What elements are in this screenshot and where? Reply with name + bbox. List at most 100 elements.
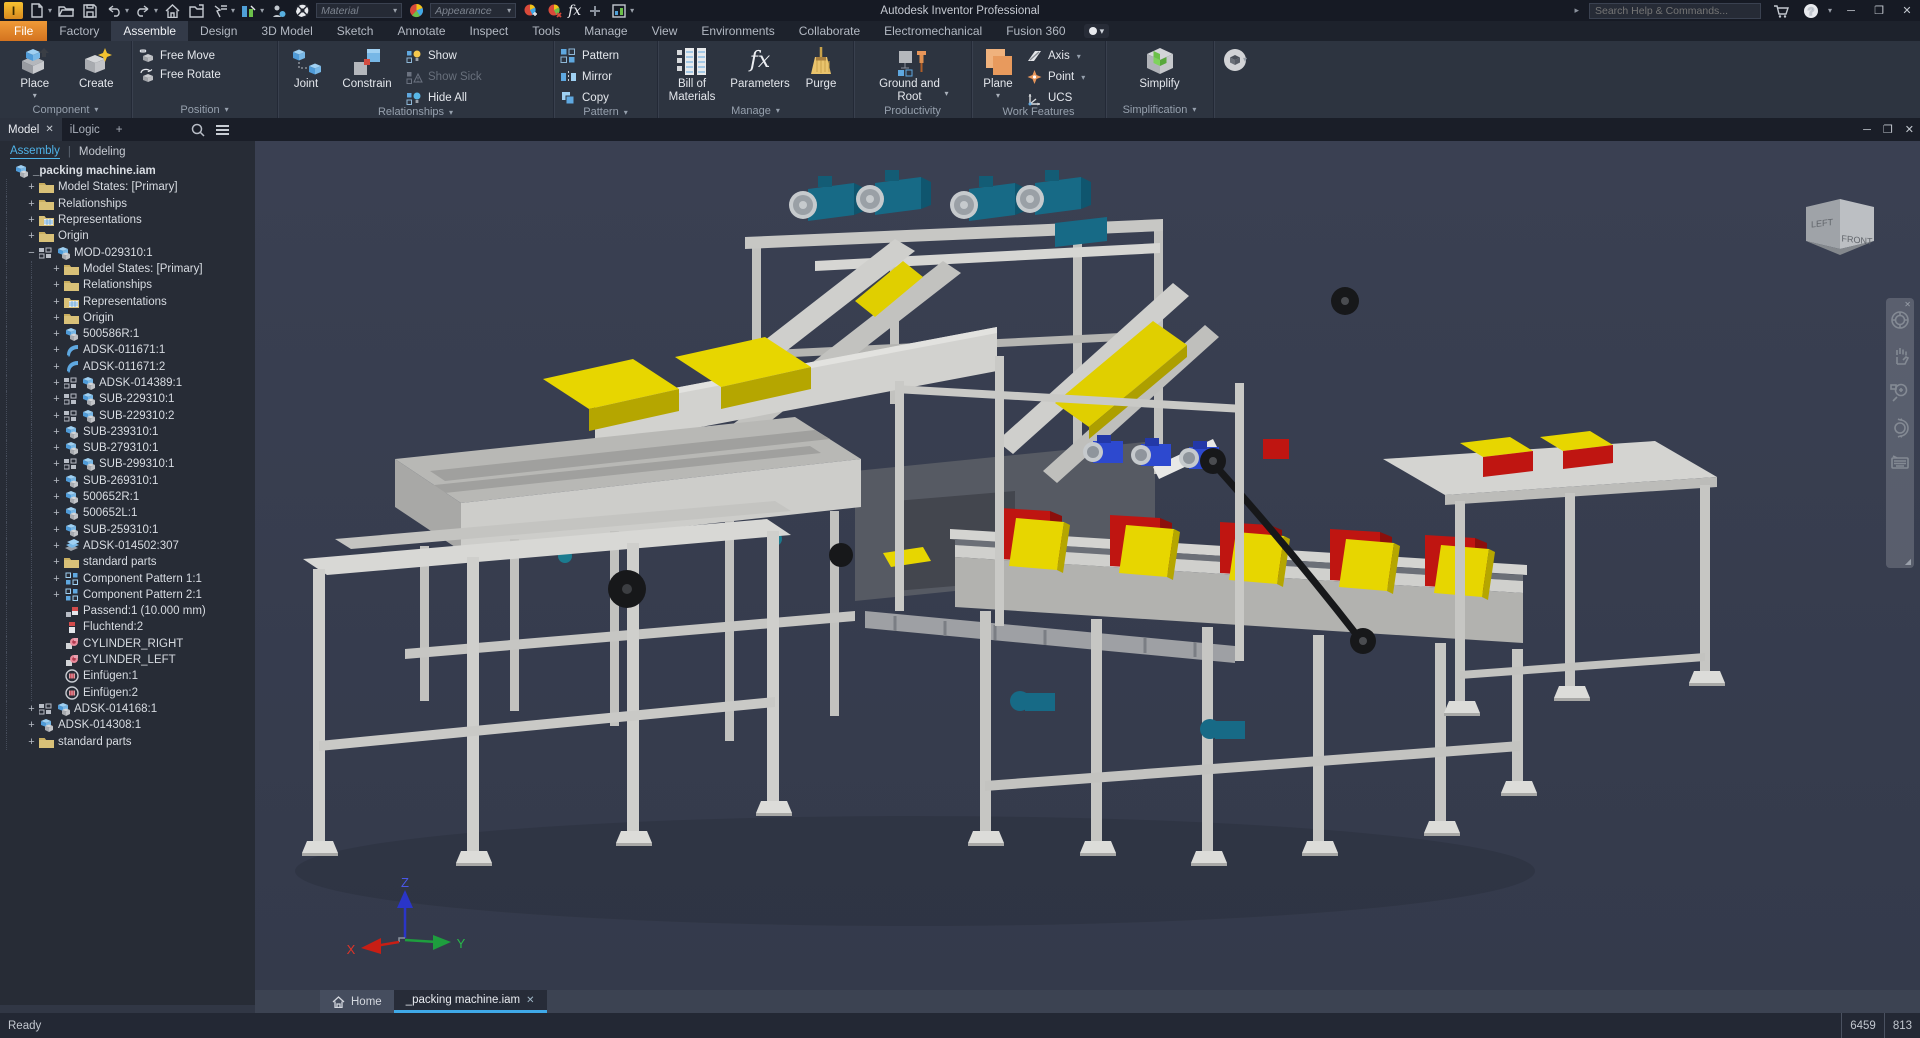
close-browser-tab-icon[interactable]: ✕ — [45, 124, 53, 135]
tree-expander[interactable]: + — [50, 507, 63, 519]
zoom-icon[interactable] — [1890, 382, 1910, 402]
save-icon[interactable] — [80, 2, 100, 20]
tree-item[interactable]: Passend:1 (10.000 mm) — [0, 603, 255, 619]
ground-and-root-button[interactable]: Ground and Root▾ — [873, 44, 953, 103]
browser-tab-add[interactable]: + — [108, 118, 131, 141]
tree-expander[interactable]: + — [50, 491, 63, 503]
tree-item[interactable]: +SUB-269310:1 — [0, 473, 255, 489]
plane-button[interactable]: Plane▾ — [978, 44, 1018, 100]
tab-fusion-360[interactable]: Fusion 360 — [994, 21, 1077, 41]
tab-3d-model[interactable]: 3D Model — [249, 21, 324, 41]
tree-item[interactable]: +ADSK-011671:2 — [0, 359, 255, 375]
search-input[interactable] — [1590, 5, 1760, 17]
simplify-button[interactable]: Simplify — [1133, 44, 1187, 91]
tree-item[interactable]: +SUB-229310:2 — [0, 407, 255, 423]
tab-tools[interactable]: Tools — [520, 21, 572, 41]
qat-customize-dropdown[interactable]: ▾ — [630, 6, 634, 15]
point-button[interactable]: Point▾ — [1026, 69, 1085, 85]
tree-expander[interactable]: + — [50, 540, 63, 552]
new-file-dropdown[interactable]: ▾ — [48, 6, 52, 15]
browser-search-icon[interactable] — [191, 123, 205, 137]
tree-expander[interactable]: + — [25, 181, 38, 193]
isolate-icon[interactable] — [210, 2, 230, 20]
clear-appearance-icon[interactable] — [544, 2, 564, 20]
copy-button[interactable]: Copy — [560, 90, 619, 106]
tree-item[interactable]: +Representations — [0, 293, 255, 309]
toggle-modeling[interactable]: Modeling — [79, 146, 126, 158]
record-button[interactable]: ▾ — [1084, 24, 1110, 38]
show-sick-button[interactable]: Show Sick — [406, 69, 482, 85]
tab-home[interactable]: Home — [320, 990, 394, 1013]
doc-restore-button[interactable]: ❐ — [1883, 123, 1893, 136]
tree-expander[interactable]: + — [25, 719, 38, 731]
close-document-icon[interactable]: ✕ — [526, 995, 534, 1006]
tree-expander[interactable]: + — [50, 312, 63, 324]
joint-button[interactable]: Joint — [284, 44, 328, 91]
search-collapse-arrow[interactable]: ▸ — [1574, 5, 1579, 16]
tree-item[interactable]: +Relationships — [0, 196, 255, 212]
tree-expander[interactable]: + — [50, 296, 63, 308]
pan-icon[interactable] — [1890, 346, 1910, 366]
isolate-dropdown[interactable]: ▾ — [231, 6, 235, 15]
browser-menu-icon[interactable] — [215, 124, 230, 136]
tree-expander[interactable]: + — [50, 410, 63, 422]
tree-expander[interactable]: + — [50, 279, 63, 291]
tab-assemble[interactable]: Assemble — [111, 21, 188, 41]
material-wheel-icon[interactable] — [406, 2, 426, 20]
tree-item[interactable]: Fluchtend:2 — [0, 619, 255, 635]
viewport-3d[interactable]: LEFT FRONT ✕ ◢ Z Y X — [255, 141, 1920, 990]
free-move-button[interactable]: Free Move — [138, 48, 221, 64]
constrain-button[interactable]: Constrain — [336, 44, 398, 91]
tree-item[interactable]: +ADSK-014502:307 — [0, 538, 255, 554]
help-icon[interactable]: ? — [1801, 2, 1821, 20]
home-icon[interactable] — [162, 2, 182, 20]
tree-item[interactable]: Einfügen:1 — [0, 668, 255, 684]
doc-close-button[interactable]: ✕ — [1905, 123, 1914, 136]
tab-factory[interactable]: Factory — [47, 21, 111, 41]
ucs-button[interactable]: UCS — [1026, 90, 1085, 106]
panel-label-simplification[interactable]: Simplification▾ — [1106, 101, 1213, 118]
tab-manage[interactable]: Manage — [572, 21, 639, 41]
place-button[interactable]: Place▾ — [6, 44, 64, 100]
axis-button[interactable]: Axis▾ — [1026, 48, 1085, 64]
panel-label-position[interactable]: Position▾ — [132, 101, 277, 118]
tree-item[interactable]: +SUB-259310:1 — [0, 522, 255, 538]
tab-view[interactable]: View — [640, 21, 690, 41]
undo-icon[interactable] — [104, 2, 124, 20]
tree-expander[interactable]: + — [50, 458, 63, 470]
browser-tab-model[interactable]: Model✕ — [0, 118, 62, 141]
tree-expander[interactable]: + — [50, 393, 63, 405]
parameters-button[interactable]: fx Parameters — [726, 44, 794, 91]
panel-label-relationships[interactable]: Relationships▾ — [278, 106, 553, 118]
add-icon[interactable] — [585, 2, 605, 20]
tree-expander[interactable]: + — [25, 230, 38, 242]
tree-item[interactable]: +ADSK-014168:1 — [0, 701, 255, 717]
tree-item[interactable]: Einfügen:2 — [0, 685, 255, 701]
tab-document[interactable]: _packing machine.iam ✕ — [394, 990, 547, 1013]
undo-dropdown[interactable]: ▾ — [125, 6, 129, 15]
tree-item[interactable]: +ADSK-011671:1 — [0, 342, 255, 358]
tree-expander[interactable]: + — [25, 736, 38, 748]
tree-item[interactable]: +Origin — [0, 228, 255, 244]
panel-label-component[interactable]: Component▾ — [0, 101, 131, 118]
minimize-button[interactable]: ─ — [1842, 5, 1860, 17]
look-at-icon[interactable] — [1890, 454, 1910, 470]
doc-minimize-button[interactable]: ─ — [1863, 124, 1871, 136]
tree-item[interactable]: CYLINDER_RIGHT — [0, 636, 255, 652]
purge-button[interactable]: Purge — [800, 44, 842, 91]
panel-label-work-features[interactable]: Work Features — [972, 106, 1105, 118]
tree-expander[interactable]: + — [25, 214, 38, 226]
tree-item[interactable]: +SUB-279310:1 — [0, 440, 255, 456]
tree-item[interactable]: +500586R:1 — [0, 326, 255, 342]
tree-expander[interactable]: + — [50, 573, 63, 585]
tab-sketch[interactable]: Sketch — [325, 21, 386, 41]
tree-item[interactable]: +ADSK-014389:1 — [0, 375, 255, 391]
tree-expander[interactable]: + — [50, 589, 63, 601]
parameters-quick-icon[interactable]: fx — [568, 3, 581, 19]
orbit-icon[interactable] — [1890, 418, 1910, 438]
hide-all-button[interactable]: Hide All — [406, 90, 482, 106]
redo-dropdown[interactable]: ▾ — [154, 6, 158, 15]
tree-expander[interactable]: + — [50, 524, 63, 536]
tree-expander[interactable]: − — [25, 247, 38, 259]
panel-label-pattern[interactable]: Pattern▾ — [554, 106, 657, 118]
